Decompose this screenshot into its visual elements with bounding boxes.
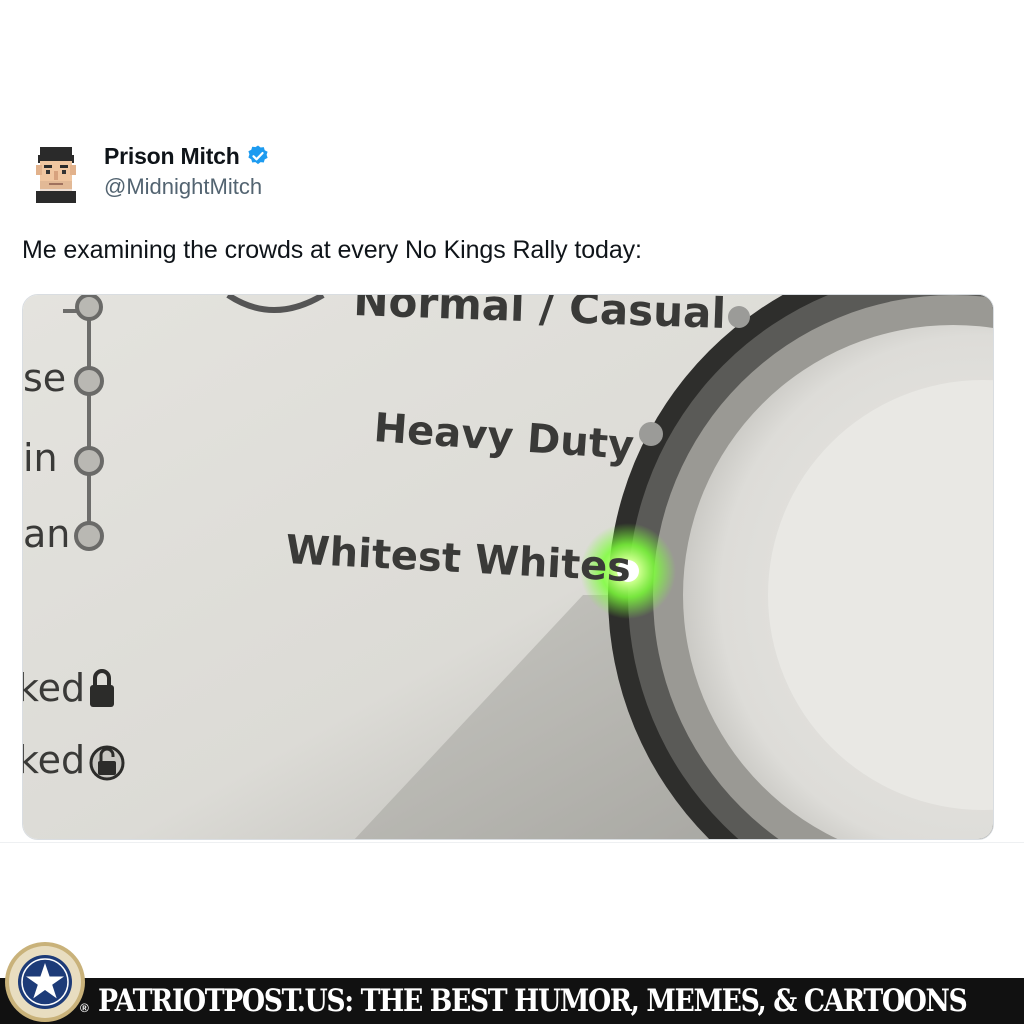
unlock-icon [89,745,125,781]
left-label-1: se [23,356,66,400]
washer-dial-image: Normal / Casual Heavy Duty Whitest White… [23,295,993,839]
avatar[interactable] [22,137,90,205]
verified-badge-icon [248,145,268,165]
star-seal-icon [5,942,85,1022]
lock-label-2: ked [23,738,85,782]
registered-mark: ® [80,1001,89,1015]
left-label-2: in [23,436,58,480]
lock-label-1: ked [23,666,85,710]
footer-text[interactable]: PATRIOTPOST.US: THE BEST HUMOR, MEMES, &… [98,978,968,1024]
user-handle[interactable]: @MidnightMitch [104,174,270,200]
tweet-header: Prison Mitch @MidnightMitch [22,137,270,205]
author-names: Prison Mitch @MidnightMitch [104,143,270,200]
display-name[interactable]: Prison Mitch [104,143,240,170]
pixel-face-icon [22,137,90,205]
left-label-3: an [23,512,70,556]
tweet-photo[interactable]: Normal / Casual Heavy Duty Whitest White… [22,294,994,840]
divider [0,842,1024,843]
name-row: Prison Mitch [104,143,270,170]
tweet-text: Me examining the crowds at every No King… [22,236,642,264]
